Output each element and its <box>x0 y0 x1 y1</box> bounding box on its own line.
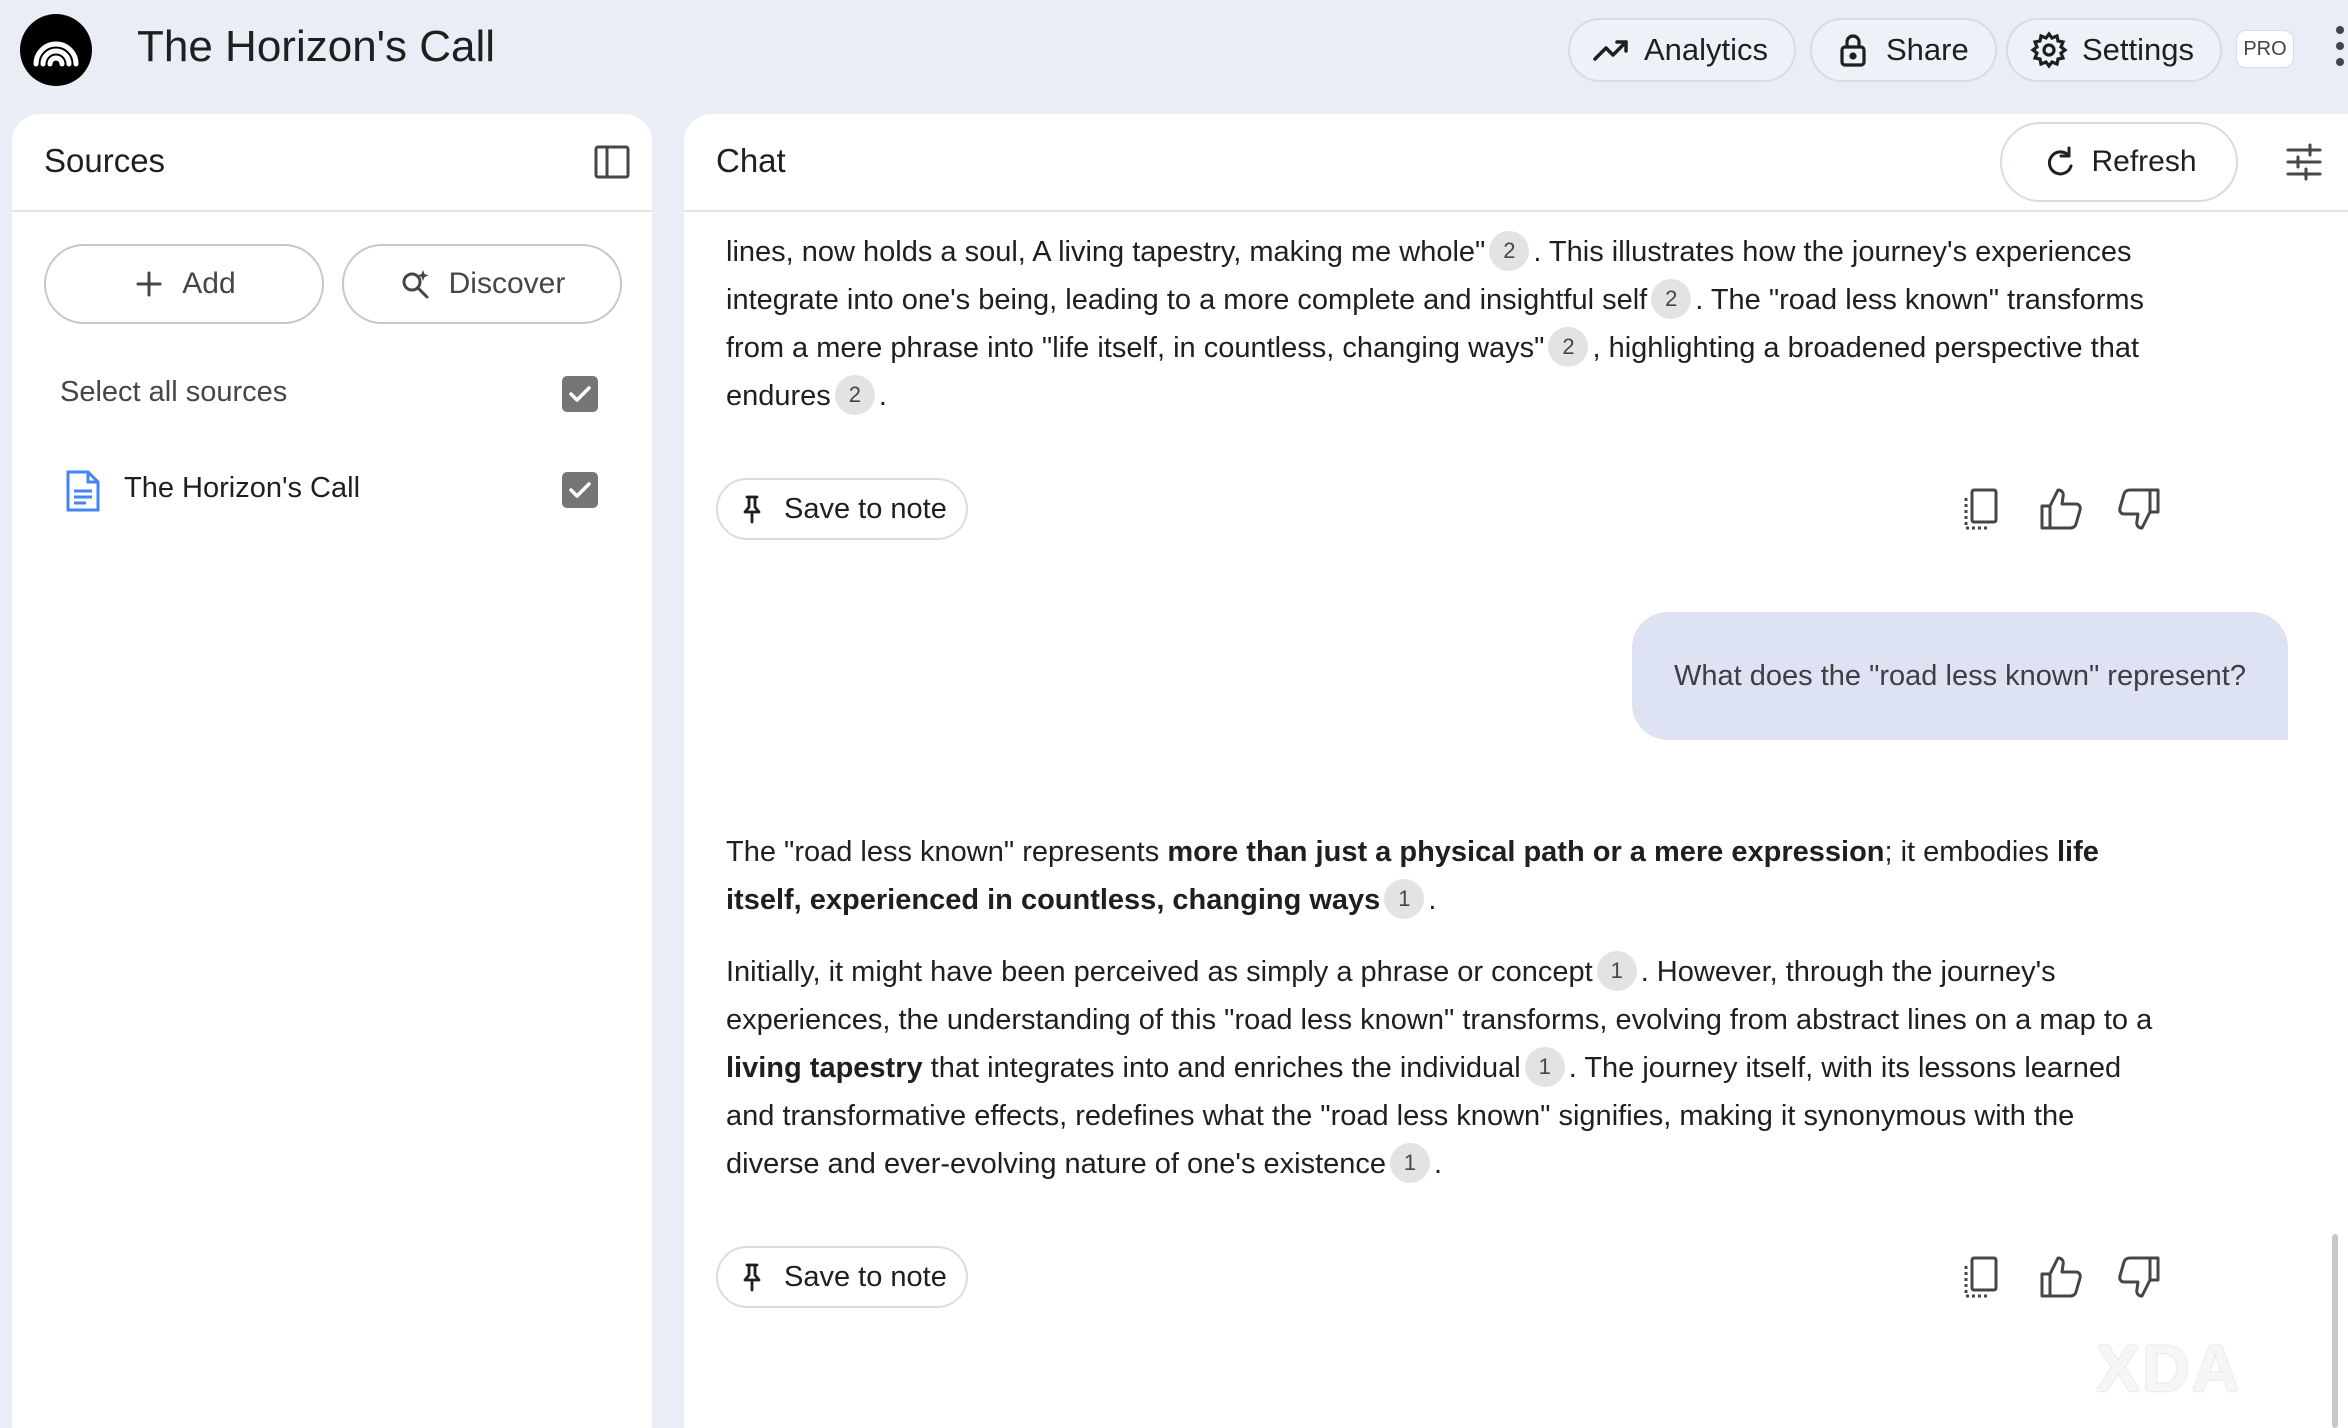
previous-answer-text: lines, now holds a soul, A living tapest… <box>726 228 2166 420</box>
analytics-label: Analytics <box>1644 32 1769 67</box>
chat-scrollbar[interactable] <box>2332 1234 2338 1428</box>
add-source-button[interactable]: Add <box>44 244 324 324</box>
answer-paragraph-2: Initially, it might have been perceived … <box>726 948 2166 1188</box>
search-sparkle-icon <box>402 270 429 299</box>
refresh-button[interactable]: Refresh <box>2000 122 2238 202</box>
answer-bold-segment: living tapestry <box>726 1052 923 1084</box>
plus-icon <box>136 271 162 297</box>
tune-settings-icon[interactable] <box>2284 142 2324 182</box>
check-icon <box>569 482 591 498</box>
citation-chip[interactable]: 1 <box>1524 1047 1565 1088</box>
answer-bold-segment: more than just a physical path or a mere… <box>1167 836 1885 868</box>
pin-icon <box>743 1263 761 1292</box>
user-question-text: What does the "road less known" represen… <box>1674 659 2246 692</box>
refresh-icon <box>2048 146 2073 176</box>
answer-text-segment: The "road less known" represents <box>726 836 1168 868</box>
pro-badge: PRO <box>2236 30 2294 68</box>
answer-text-segment: . <box>1434 1148 1443 1180</box>
app-logo-icon[interactable] <box>20 14 92 86</box>
answer-paragraph-1: The "road less known" represents more th… <box>726 828 2166 924</box>
user-question-bubble: What does the "road less known" represen… <box>1632 612 2288 740</box>
settings-button[interactable]: Settings <box>2006 18 2223 82</box>
share-button[interactable]: Share <box>1810 18 1997 82</box>
citation-chip[interactable]: 1 <box>1596 951 1637 992</box>
citation-chip[interactable]: 2 <box>834 375 875 416</box>
select-all-label: Select all sources <box>60 376 288 408</box>
save-to-note-label: Save to note <box>784 1260 947 1293</box>
citation-chip[interactable]: 2 <box>1489 231 1530 272</box>
citation-chip[interactable]: 1 <box>1384 879 1425 920</box>
citation-chip[interactable]: 2 <box>1548 327 1589 368</box>
copy-icon[interactable] <box>1958 1254 2004 1300</box>
trending-up-icon <box>1593 40 1628 61</box>
save-to-note-button[interactable]: Save to note <box>716 1246 968 1308</box>
settings-label: Settings <box>2082 32 2195 67</box>
sources-header: Sources <box>12 114 652 212</box>
share-label: Share <box>1886 32 1969 67</box>
chat-title: Chat <box>716 142 786 179</box>
source-item-label[interactable]: The Horizon's Call <box>124 472 360 505</box>
thumbs-up-icon[interactable] <box>2038 486 2084 532</box>
answer-text-segment: ; it embodies <box>1884 836 2057 868</box>
top-bar: The Horizon's Call Analytics Share Setti… <box>0 0 2348 110</box>
thumbs-up-icon[interactable] <box>2038 1254 2084 1300</box>
discover-sources-button[interactable]: Discover <box>342 244 622 324</box>
save-to-note-button[interactable]: Save to note <box>716 478 968 540</box>
answer-text-segment: . <box>1428 884 1437 916</box>
thumbs-down-icon[interactable] <box>2116 486 2162 532</box>
answer-text-segment: . <box>878 380 887 412</box>
notebook-title[interactable]: The Horizon's Call <box>137 22 495 72</box>
select-all-checkbox[interactable] <box>562 376 598 412</box>
save-to-note-label: Save to note <box>784 492 947 525</box>
more-options-icon[interactable] <box>2332 26 2348 72</box>
analytics-button[interactable]: Analytics <box>1568 18 1797 82</box>
check-icon <box>569 386 591 402</box>
chat-panel: Chat Refresh lines, now holds a soul, A … <box>684 114 2348 1428</box>
sources-panel: Sources Add Discover Select all sources … <box>12 114 652 1428</box>
xda-watermark: XDA <box>2096 1331 2242 1405</box>
discover-label: Discover <box>448 267 566 300</box>
document-icon <box>66 470 100 512</box>
refresh-label: Refresh <box>2091 145 2197 178</box>
copy-icon[interactable] <box>1958 486 2004 532</box>
gear-icon <box>2030 31 2068 69</box>
collapse-panel-icon[interactable] <box>592 142 632 182</box>
citation-chip[interactable]: 2 <box>1651 279 1692 320</box>
citation-chip[interactable]: 1 <box>1390 1143 1431 1184</box>
source-item-checkbox[interactable] <box>562 472 598 508</box>
add-label: Add <box>182 267 236 300</box>
sources-title: Sources <box>44 142 166 179</box>
lock-icon <box>1840 34 1866 67</box>
pin-icon <box>743 495 761 524</box>
answer-text-segment: Initially, it might have been perceived … <box>726 956 1593 988</box>
answer-text-segment: lines, now holds a soul, A living tapest… <box>726 236 1486 268</box>
thumbs-down-icon[interactable] <box>2116 1254 2162 1300</box>
chat-header: Chat Refresh <box>684 114 2348 212</box>
answer-text-segment: that integrates into and enriches the in… <box>922 1052 1521 1084</box>
